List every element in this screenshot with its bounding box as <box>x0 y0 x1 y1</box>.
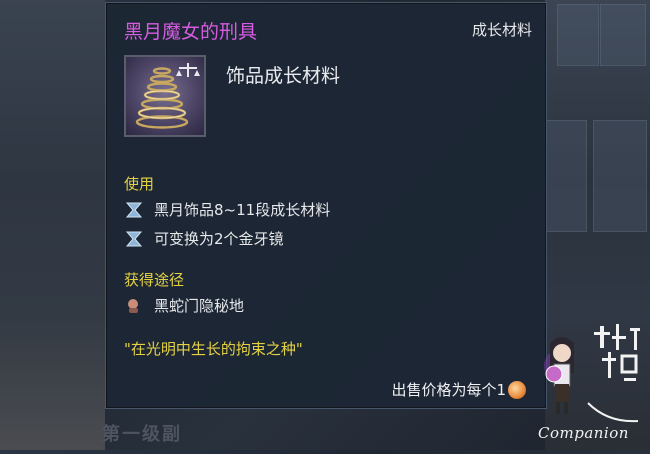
background-label: 第一级副 <box>102 424 182 445</box>
hourglass-icon <box>124 201 144 219</box>
usage-line: 黑月饰品8~11段成长材料 <box>124 199 330 220</box>
item-icon <box>124 55 206 137</box>
location-icon <box>124 297 144 315</box>
usage-line: 可变换为2个金牙镜 <box>124 228 284 249</box>
watermark-text: Companion <box>538 424 629 442</box>
item-tooltip: 黑月魔女的刑具 成长材料 饰品成长材料 使用 黑月饰品8~11段成长材料 可变换… <box>105 2 547 409</box>
item-title: 黑月魔女的刑具 <box>124 21 258 43</box>
item-subtitle: 饰品成长材料 <box>226 65 341 87</box>
source-text: 黑蛇门隐秘地 <box>154 297 245 315</box>
source-line: 黑蛇门隐秘地 <box>124 295 244 316</box>
usage-label: 使用 <box>124 175 155 193</box>
game-background-left <box>0 0 105 450</box>
hourglass-icon <box>124 230 144 248</box>
price-text: 出售价格为每个1 <box>391 381 506 399</box>
usage-text: 黑月饰品8~11段成长材料 <box>154 201 331 219</box>
source-label: 获得途径 <box>124 271 185 289</box>
flavor-text: "在光明中生长的拘束之种" <box>124 340 303 358</box>
usage-text: 可变换为2个金牙镜 <box>154 230 284 248</box>
coin-icon <box>508 380 526 399</box>
sell-price: 出售价格为每个1 <box>391 379 526 400</box>
item-category: 成长材料 <box>471 21 532 39</box>
